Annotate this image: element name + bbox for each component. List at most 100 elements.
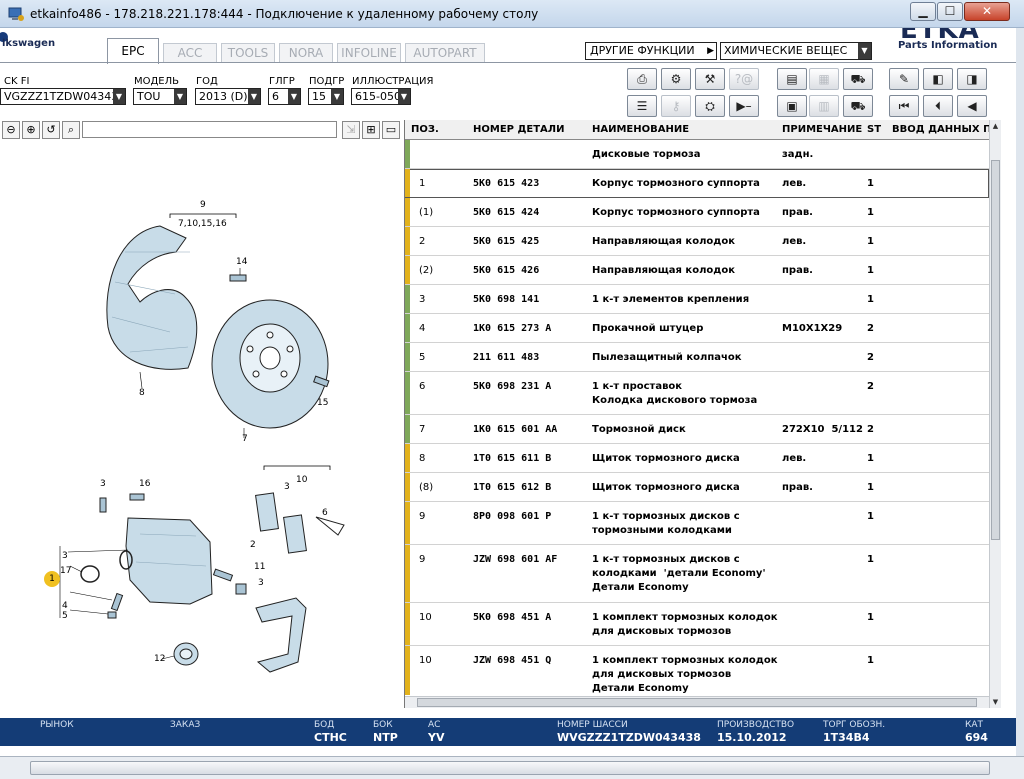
previous-button[interactable]: ◀ — [957, 95, 987, 117]
tab-nora[interactable]: NORA — [279, 43, 333, 63]
dispo-button[interactable]: ▦ — [809, 68, 839, 90]
chevron-down-icon[interactable]: ▼ — [858, 43, 871, 59]
print-button[interactable]: ⎙ — [627, 68, 657, 90]
close-button[interactable]: ✕ — [964, 2, 1010, 21]
first-button[interactable]: ⏮ — [889, 95, 919, 117]
chevron-down-icon[interactable]: ▼ — [174, 89, 186, 104]
pin-button[interactable]: ✎ — [889, 68, 919, 90]
scroll-down-icon[interactable]: ▼ — [990, 696, 1001, 708]
callout-3-left[interactable]: 3 — [62, 551, 68, 561]
table-row[interactable]: 9 JZW 698 601 AF 1 к-т тормозных дисков с … — [405, 545, 989, 603]
callout-6[interactable]: 6 — [322, 508, 328, 518]
prev-page-button[interactable]: ◧ — [923, 68, 953, 90]
chevron-down-icon[interactable]: ▼ — [248, 89, 260, 104]
minimize-button[interactable]: ▁ — [910, 2, 936, 21]
window-horizontal-scrollbar[interactable] — [0, 756, 1024, 779]
parts-info-button[interactable]: ⚒ — [695, 68, 725, 90]
vin-field[interactable]: VGZZZ1TZDW04343 ▼ — [0, 88, 126, 105]
list-button[interactable]: ☰ — [627, 95, 657, 117]
callout-2[interactable]: 2 — [250, 540, 256, 550]
callout-11[interactable]: 11 — [254, 562, 265, 572]
maximize-button[interactable]: ☐ — [937, 2, 963, 21]
tab-autopart[interactable]: AUTOPART — [405, 43, 485, 63]
callout-4[interactable]: 4 — [62, 601, 68, 611]
fit-button[interactable]: ⇲ — [342, 121, 360, 139]
callout-17[interactable]: 17 — [60, 566, 71, 576]
zoom-reset-button[interactable]: ↺ — [42, 121, 60, 139]
scroll-thumb[interactable] — [991, 160, 1000, 540]
callout-3-pin[interactable]: 3 — [258, 578, 264, 588]
tab-infoline[interactable]: INFOLINE — [337, 43, 401, 63]
table-row[interactable]: (1) 5K0 615 424 Корпус тормозного суппорта… — [405, 198, 989, 227]
callout-10[interactable]: 10 — [296, 475, 307, 485]
chevron-down-icon[interactable]: ▼ — [288, 89, 300, 104]
search-button[interactable]: ⌕ — [62, 121, 80, 139]
service-button[interactable]: ⚙ — [661, 68, 691, 90]
cart-button[interactable]: ⛟ — [843, 95, 873, 117]
callout-14[interactable]: 14 — [236, 257, 247, 267]
callout-12[interactable]: 12 — [154, 654, 165, 664]
vehicle-button[interactable]: ⛭ — [695, 95, 725, 117]
table-row[interactable]: 2 5K0 615 425 Направляющая колодок лев. 1 — [405, 227, 989, 256]
table-row[interactable]: Дисковые тормоза задн. — [405, 140, 989, 169]
table-row[interactable]: 5 211 611 483 Пылезащитный колпачок 2 — [405, 343, 989, 372]
split-button[interactable]: ▭ — [382, 121, 400, 139]
table-row[interactable]: 4 1K0 615 273 A Прокачной штуцер M10X1X29 2 — [405, 314, 989, 343]
main-group-select[interactable]: 6 ▼ — [268, 88, 301, 105]
col-input[interactable]: ВВОД ДАННЫХ ПО — [892, 124, 1000, 135]
col-part-number[interactable]: НОМЕР ДЕТАЛИ — [473, 124, 564, 135]
callout-5[interactable]: 5 — [62, 611, 68, 621]
other-functions-menu[interactable]: ДРУГИЕ ФУНКЦИИ ▶ — [585, 42, 717, 60]
tab-tools[interactable]: TOOLS — [221, 43, 275, 63]
cart-add-button[interactable]: ⛟ — [843, 68, 873, 90]
callout-7[interactable]: 7 — [242, 434, 248, 444]
callout-9[interactable]: 9 — [200, 200, 206, 210]
chevron-down-icon[interactable]: ▼ — [113, 89, 125, 104]
elsa2-button[interactable]: ▣ — [777, 95, 807, 117]
next-page-button[interactable]: ◨ — [957, 68, 987, 90]
table-vertical-scrollbar[interactable]: ▲ ▼ — [989, 120, 1001, 708]
zoom-in-button[interactable]: ⊕ — [22, 121, 40, 139]
table-row[interactable]: 7 1K0 615 601 AA Тормозной диск 272X10 5/11… — [405, 415, 989, 444]
zoom-out-button[interactable]: ⊖ — [2, 121, 20, 139]
illustration-panel[interactable]: 9 7,10,15,16 14 8 15 7 3 16 10 3 6 2 11 … — [0, 142, 404, 707]
col-note[interactable]: ПРИМЕЧАНИЕ — [782, 124, 862, 135]
chevron-down-icon[interactable]: ▼ — [331, 89, 343, 104]
col-pos[interactable]: ПОЗ. — [411, 124, 439, 135]
chemicals-select[interactable]: ХИМИЧЕСКИЕ ВЕЩЕС ▼ — [720, 42, 872, 60]
help-button[interactable]: ?@ — [729, 68, 759, 90]
table-horizontal-scrollbar[interactable] — [405, 696, 989, 708]
callout-8[interactable]: 8 — [139, 388, 145, 398]
callout-7-10-15-16[interactable]: 7,10,15,16 — [178, 219, 227, 229]
model-select[interactable]: TOU ▼ — [133, 88, 187, 105]
tab-epc[interactable]: EPC — [107, 38, 159, 64]
table-row[interactable]: 3 5K0 698 141 1 к-т элементов крепления 1 — [405, 285, 989, 314]
col-st[interactable]: ST — [867, 124, 881, 135]
window-hscroll-thumb[interactable] — [30, 761, 990, 775]
scroll-up-icon[interactable]: ▲ — [990, 120, 1001, 132]
back-button[interactable]: ⏴ — [923, 95, 953, 117]
year-select[interactable]: 2013 (D) ▼ — [195, 88, 261, 105]
tab-acc[interactable]: ACC — [163, 43, 217, 63]
callout-15[interactable]: 15 — [317, 398, 328, 408]
depot-button[interactable]: ▥ — [809, 95, 839, 117]
layout-button[interactable]: ⊞ — [362, 121, 380, 139]
illustration-select[interactable]: 615-050 ▼ — [351, 88, 411, 105]
table-row[interactable]: 8 1T0 615 611 B Щиток тормозного диска лев.… — [405, 444, 989, 473]
elsa-button[interactable]: ▤ — [777, 68, 807, 90]
table-row[interactable]: 10 JZW 698 451 Q 1 комплект тормозных коло… — [405, 646, 989, 695]
callout-1-highlighted[interactable]: 1 — [44, 571, 60, 587]
chevron-down-icon[interactable]: ▼ — [398, 89, 410, 104]
zoom-search-input[interactable] — [82, 121, 337, 138]
table-row[interactable]: (2) 5K0 615 426 Направляющая колодок прав. 1 — [405, 256, 989, 285]
subgroup-select[interactable]: 15 ▼ — [308, 88, 344, 105]
table-row[interactable]: 10 5K0 698 451 A 1 комплект тормозных коло… — [405, 603, 989, 646]
callout-16[interactable]: 16 — [139, 479, 150, 489]
table-row[interactable]: 1 5K0 615 423 Корпус тормозного суппорта ле… — [405, 169, 989, 198]
table-row[interactable]: (8) 1T0 615 612 B Щиток тормозного диска пр… — [405, 473, 989, 502]
table-row[interactable]: 9 8P0 098 601 P 1 к-т тормозных дисков с т… — [405, 502, 989, 545]
hscroll-thumb[interactable] — [417, 698, 977, 707]
jump-button[interactable]: ▶– — [729, 95, 759, 117]
key-button[interactable]: ⚷ — [661, 95, 691, 117]
table-row[interactable]: 6 5K0 698 231 A 1 к-т проставок Колодка ди… — [405, 372, 989, 415]
